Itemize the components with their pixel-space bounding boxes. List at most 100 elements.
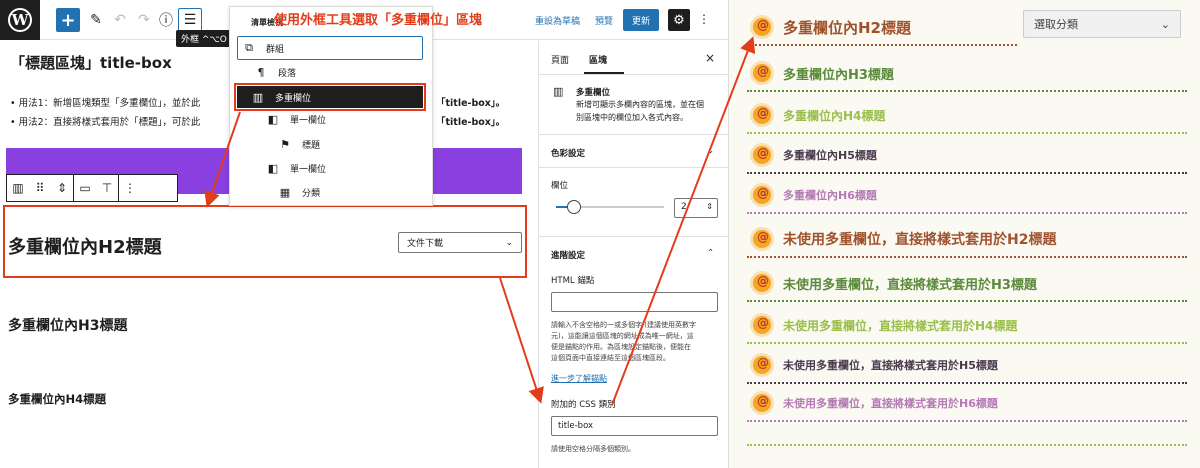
settings-button[interactable]: ⚙ [668,9,690,31]
sun-bullet-icon [747,12,777,42]
dotted-divider [747,420,1187,422]
wordpress-icon: W [8,8,32,32]
bookmark-icon: ⚑ [280,137,290,151]
h3-heading[interactable]: 多重欄位內H3標題 [8,315,127,335]
sun-bullet-icon [747,310,777,340]
align-wide-icon[interactable]: ▭ [74,181,96,195]
preview-heading-row: 未使用多重欄位，直接將樣式套用於H6標題 [747,388,998,418]
preview-heading-label: 未使用多重欄位，直接將樣式套用於H3標題 [783,277,1037,293]
preview-heading-row: 未使用多重欄位，直接將樣式套用於H3標題 [747,268,1037,298]
columns-number-input[interactable]: 2 ⇕ [674,198,718,218]
dotted-divider [747,44,1017,46]
method1-end-text[interactable]: 「title-box」。 [436,95,505,109]
settings-sidebar: 頁面 區塊 × ▥ 多重欄位 新增可顯示多欄內容的區塊，並在個 別區塊中的欄位加… [538,41,728,468]
dotted-divider [747,172,1187,174]
divider [539,167,728,168]
dotted-divider [747,444,1187,446]
undo-button[interactable]: ↶ [108,8,132,32]
tab-page[interactable]: 頁面 [551,53,569,66]
category-select[interactable]: 選取分類 ⌄ [1023,10,1181,38]
preview-heading-label: 未使用多重欄位，直接將樣式套用於H4標題 [783,318,1018,333]
list-item-column[interactable]: ◧ 單一欄位 [266,108,326,130]
options-menu-button[interactable]: ⋮ [698,12,710,26]
preview-heading-label: 多重欄位內H6標題 [783,189,877,202]
info-icon: ⓘ [159,13,173,29]
more-options-icon[interactable]: ⋮ [119,181,141,195]
list-item-column[interactable]: ◧ 單一欄位 [266,157,326,179]
method2-end-text[interactable]: 「title-box」。 [436,114,505,128]
vertical-align-icon[interactable]: ⊤ [96,181,118,195]
sun-bullet-icon [747,100,777,130]
method2-text[interactable]: • 用法2：直接將樣式套用於「標題」，可於此 [10,114,200,128]
annotation-list-highlight [234,83,426,111]
redo-button[interactable]: ↷ [132,8,156,32]
css-class-value: title-box [558,421,594,431]
list-item-label: 單一欄位 [290,115,327,126]
wordpress-logo[interactable]: W [0,0,40,40]
advanced-toggle[interactable]: 進階設定 [551,249,585,261]
close-sidebar-button[interactable]: × [705,51,715,65]
preview-heading-label: 多重欄位內H5標題 [783,149,877,162]
list-item-heading[interactable]: ⚑ 標題 [278,133,320,155]
block-card-description: 新增可顯示多欄內容的區塊，並在個 [576,100,704,109]
divider [539,236,728,237]
list-item-categories[interactable]: ▦ 分類 [278,181,320,203]
html-anchor-input[interactable] [551,292,718,312]
dotted-divider [747,132,1187,134]
learn-more-anchor-link[interactable]: 進一步了解錨點 [551,373,607,384]
list-item-paragraph[interactable]: ¶ 段落 [254,61,297,83]
columns-label: 欄位 [551,181,569,191]
columns-block-icon[interactable]: ▥ [7,181,29,195]
list-item-group[interactable]: ⧉ 群組 [237,36,423,60]
details-button[interactable]: ⓘ [154,8,178,32]
dotted-divider [747,90,1187,92]
method1-text[interactable]: • 用法1：新增區塊類型「多重欄位」，並於此 [10,95,200,109]
block-toolbar: ▥ ⠿ ⇕ ▭ ⊤ ⋮ [6,174,178,202]
css-class-input[interactable]: title-box [551,416,718,436]
block-card-description-2: 別區塊中的欄位加入各式內容。 [576,113,688,122]
reset-draft-button[interactable]: 重設為草稿 [535,14,580,27]
block-card-title: 多重欄位 [576,88,611,98]
annotation-heading: 使用外框工具選取「多重欄位」區塊 [274,13,483,28]
redo-icon: ↷ [138,12,150,28]
edit-tool-button[interactable]: ✎ [84,8,108,32]
preview-heading-row: 多重欄位內H4標題 [747,100,885,130]
drag-handle-icon[interactable]: ⠿ [29,181,51,195]
dotted-divider [747,212,1187,214]
columns-block-icon: ▥ [553,85,564,98]
preview-heading-row: 多重欄位內H3標題 [747,58,894,88]
preview-heading-row: 未使用多重欄位，直接將樣式套用於H5標題 [747,350,998,380]
preview-heading-row: 多重欄位內H2標題 [747,12,911,42]
sun-bullet-icon [747,180,777,210]
h4-heading[interactable]: 多重欄位內H4標題 [8,391,106,407]
preview-heading-label: 未使用多重欄位，直接將樣式套用於H2標題 [783,232,1057,248]
frontend-preview: 選取分類 ⌄ 多重欄位內H2標題多重欄位內H3標題多重欄位內H4標題多重欄位內H… [728,0,1200,468]
pencil-icon: ✎ [90,12,102,28]
anchor-help-text-4: 這個頁面中直接連結至這個區塊區段。 [551,354,670,362]
preview-button[interactable]: 預覽 [595,14,613,27]
css-class-label: 附加的 CSS 類別 [551,400,616,410]
more-vertical-icon: ⋮ [698,12,710,26]
stepper-icon[interactable]: ⇕ [706,202,713,211]
list-item-label: 段落 [278,68,297,79]
move-up-down-icon[interactable]: ⇕ [51,181,73,195]
list-item-label: 單一欄位 [290,164,327,175]
columns-slider-thumb[interactable] [567,200,582,214]
anchor-help-text: 請輸入不含空格的一或多個字 (建議使用英數字 [551,321,696,329]
list-view-button[interactable]: ☰ [178,8,202,32]
divider [539,134,728,135]
dotted-divider [747,256,1187,258]
annotation-highlight-box [3,205,527,278]
color-settings-toggle[interactable]: 色彩設定 [551,147,585,159]
preview-heading-row: 未使用多重欄位，直接將樣式套用於H4標題 [747,310,1017,340]
page-title[interactable]: 「標題區塊」title-box [10,52,172,73]
add-block-button[interactable]: + [56,8,80,32]
column-icon: ◧ [267,161,279,175]
divider [539,74,728,75]
sun-bullet-icon [747,58,777,88]
tab-block[interactable]: 區塊 [589,53,607,66]
preview-heading-label: 多重欄位內H3標題 [783,67,894,83]
gear-icon: ⚙ [673,12,685,28]
update-button[interactable]: 更新 [623,9,659,31]
preview-heading-label: 多重欄位內H2標題 [783,18,911,37]
